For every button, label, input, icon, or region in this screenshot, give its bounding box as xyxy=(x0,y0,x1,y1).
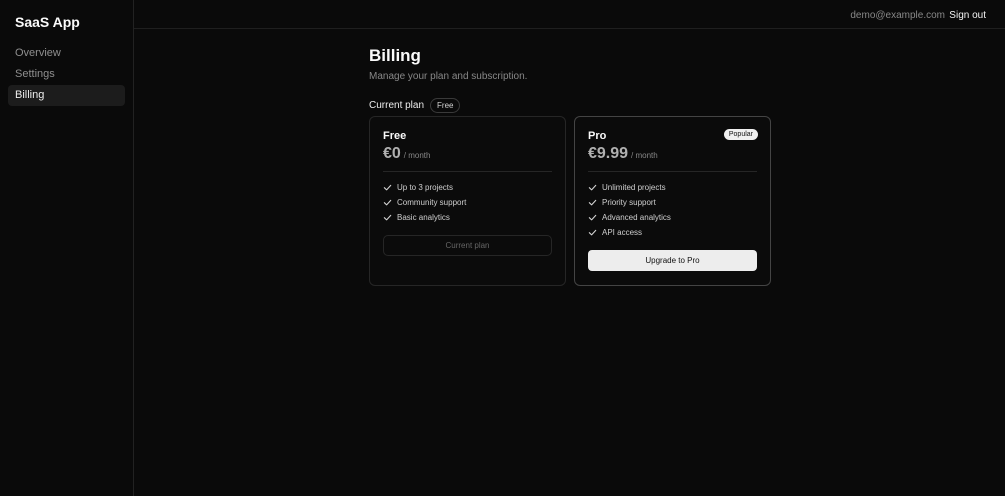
plan-price: €0 xyxy=(383,145,401,162)
upgrade-to-pro-button[interactable]: Upgrade to Pro xyxy=(588,250,757,271)
feature-item: Advanced analytics xyxy=(588,210,757,225)
current-plan-label: Current plan xyxy=(369,100,425,111)
check-icon xyxy=(383,214,392,221)
plan-period: / month xyxy=(403,151,431,160)
feature-label: Priority support xyxy=(602,198,656,207)
check-icon xyxy=(383,199,392,206)
feature-item: Community support xyxy=(383,195,552,210)
main-content: Billing Manage your plan and subscriptio… xyxy=(369,46,771,286)
price-row: €9.99 / month xyxy=(588,145,757,163)
current-plan-row: Current plan Free xyxy=(369,98,771,113)
feature-item: Up to 3 projects xyxy=(383,180,552,195)
current-plan-button[interactable]: Current plan xyxy=(383,235,552,256)
sidebar-nav: Overview Settings Billing xyxy=(8,43,125,106)
check-icon xyxy=(383,184,392,191)
divider xyxy=(383,171,552,172)
user-email: demo@example.com xyxy=(850,10,945,21)
check-icon xyxy=(588,199,597,206)
top-bar: demo@example.com Sign out xyxy=(134,0,1005,29)
plan-cards: Free €0 / month Up to 3 projects Communi… xyxy=(369,116,771,286)
feature-item: Priority support xyxy=(588,195,757,210)
feature-label: Advanced analytics xyxy=(602,213,671,222)
plan-name: Free xyxy=(383,130,407,142)
feature-label: API access xyxy=(602,228,643,237)
feature-item: Unlimited projects xyxy=(588,180,757,195)
plan-card-pro: Pro Popular €9.99 / month Unlimited proj… xyxy=(574,116,771,286)
feature-item: API access xyxy=(588,225,757,240)
feature-label: Unlimited projects xyxy=(602,183,666,192)
plan-period: / month xyxy=(631,151,658,160)
feature-label: Basic analytics xyxy=(397,213,450,222)
feature-list: Up to 3 projects Community support Basic… xyxy=(383,180,552,225)
page-title: Billing xyxy=(369,46,421,65)
app-title: SaaS App xyxy=(15,14,80,30)
feature-item: Basic analytics xyxy=(383,210,552,225)
check-icon xyxy=(588,229,597,236)
divider xyxy=(588,171,757,172)
sidebar-item-settings[interactable]: Settings xyxy=(8,64,125,85)
page-subtitle: Manage your plan and subscription. xyxy=(369,71,528,82)
feature-list: Unlimited projects Priority support Adva… xyxy=(588,180,757,240)
plan-price: €9.99 xyxy=(588,145,629,162)
sidebar: SaaS App Overview Settings Billing xyxy=(0,0,134,496)
sign-out-button[interactable]: Sign out xyxy=(949,10,986,21)
check-icon xyxy=(588,214,597,221)
current-plan-badge: Free xyxy=(430,98,461,113)
check-icon xyxy=(588,184,597,191)
plan-card-free: Free €0 / month Up to 3 projects Communi… xyxy=(369,116,566,286)
feature-label: Up to 3 projects xyxy=(397,183,454,192)
feature-label: Community support xyxy=(397,198,467,207)
app-root: SaaS App Overview Settings Billing demo@… xyxy=(0,0,1005,496)
popular-badge: Popular xyxy=(723,129,758,140)
sidebar-item-overview[interactable]: Overview xyxy=(8,43,125,64)
price-row: €0 / month xyxy=(383,145,552,163)
sidebar-item-billing[interactable]: Billing xyxy=(8,85,125,106)
